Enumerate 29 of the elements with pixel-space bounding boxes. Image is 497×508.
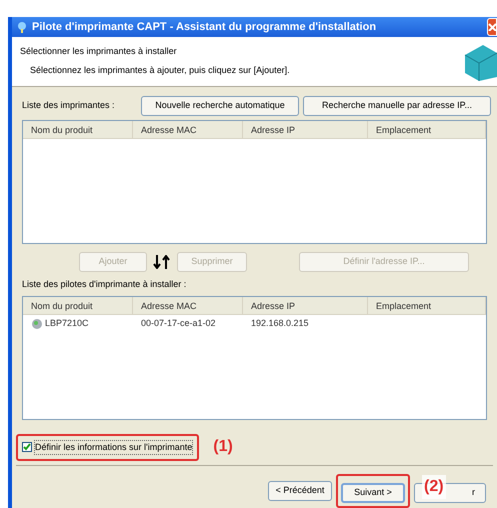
column-header[interactable]: Nom du produit xyxy=(23,121,133,139)
column-header[interactable]: Adresse IP xyxy=(243,121,368,139)
header-subtitle: Sélectionnez les imprimantes à ajouter, puis cliquez sur [Ajouter]. xyxy=(29,64,291,78)
column-header[interactable]: Nom du produit xyxy=(23,296,133,314)
checkbox[interactable] xyxy=(22,442,32,452)
column-header[interactable]: Adresse MAC xyxy=(133,296,243,314)
list-label: Liste des pilotes d'imprimante à installer : xyxy=(21,278,188,291)
next-button[interactable]: Suivant > xyxy=(341,482,405,503)
back-button[interactable]: < Précédent xyxy=(268,481,332,501)
app-icon xyxy=(16,20,28,33)
window-title: Pilote d'imprimante CAPT - Assistant du programme d'installation xyxy=(32,20,378,35)
table-cell-text: LBP7210C xyxy=(45,316,89,330)
header-title: Sélectionner les imprimantes à installer xyxy=(20,44,178,58)
callout-number: (1) xyxy=(213,437,233,458)
manual-search-button[interactable]: Recherche manuelle par adresse IP... xyxy=(303,96,491,116)
callout-number: (2) xyxy=(422,475,446,499)
column-header[interactable]: Emplacement xyxy=(368,296,486,314)
table-cell-text: 00-07-17-ce-a1-02 xyxy=(141,316,216,330)
close-icon xyxy=(488,22,496,31)
column-header[interactable]: Emplacement xyxy=(368,121,486,139)
table-cell-text: 192.168.0.215 xyxy=(251,316,309,330)
check-icon xyxy=(23,443,31,452)
column-header[interactable]: Adresse IP xyxy=(243,296,368,314)
list-label: Liste des imprimantes : xyxy=(22,99,116,112)
column-header[interactable]: Adresse MAC xyxy=(133,121,243,139)
auto-search-button[interactable]: Nouvelle recherche automatique xyxy=(141,96,299,116)
swap-arrows-icon xyxy=(153,255,171,269)
checkbox-label: Définir les informations sur l'imprimante xyxy=(34,440,194,455)
close-button[interactable] xyxy=(487,18,497,36)
